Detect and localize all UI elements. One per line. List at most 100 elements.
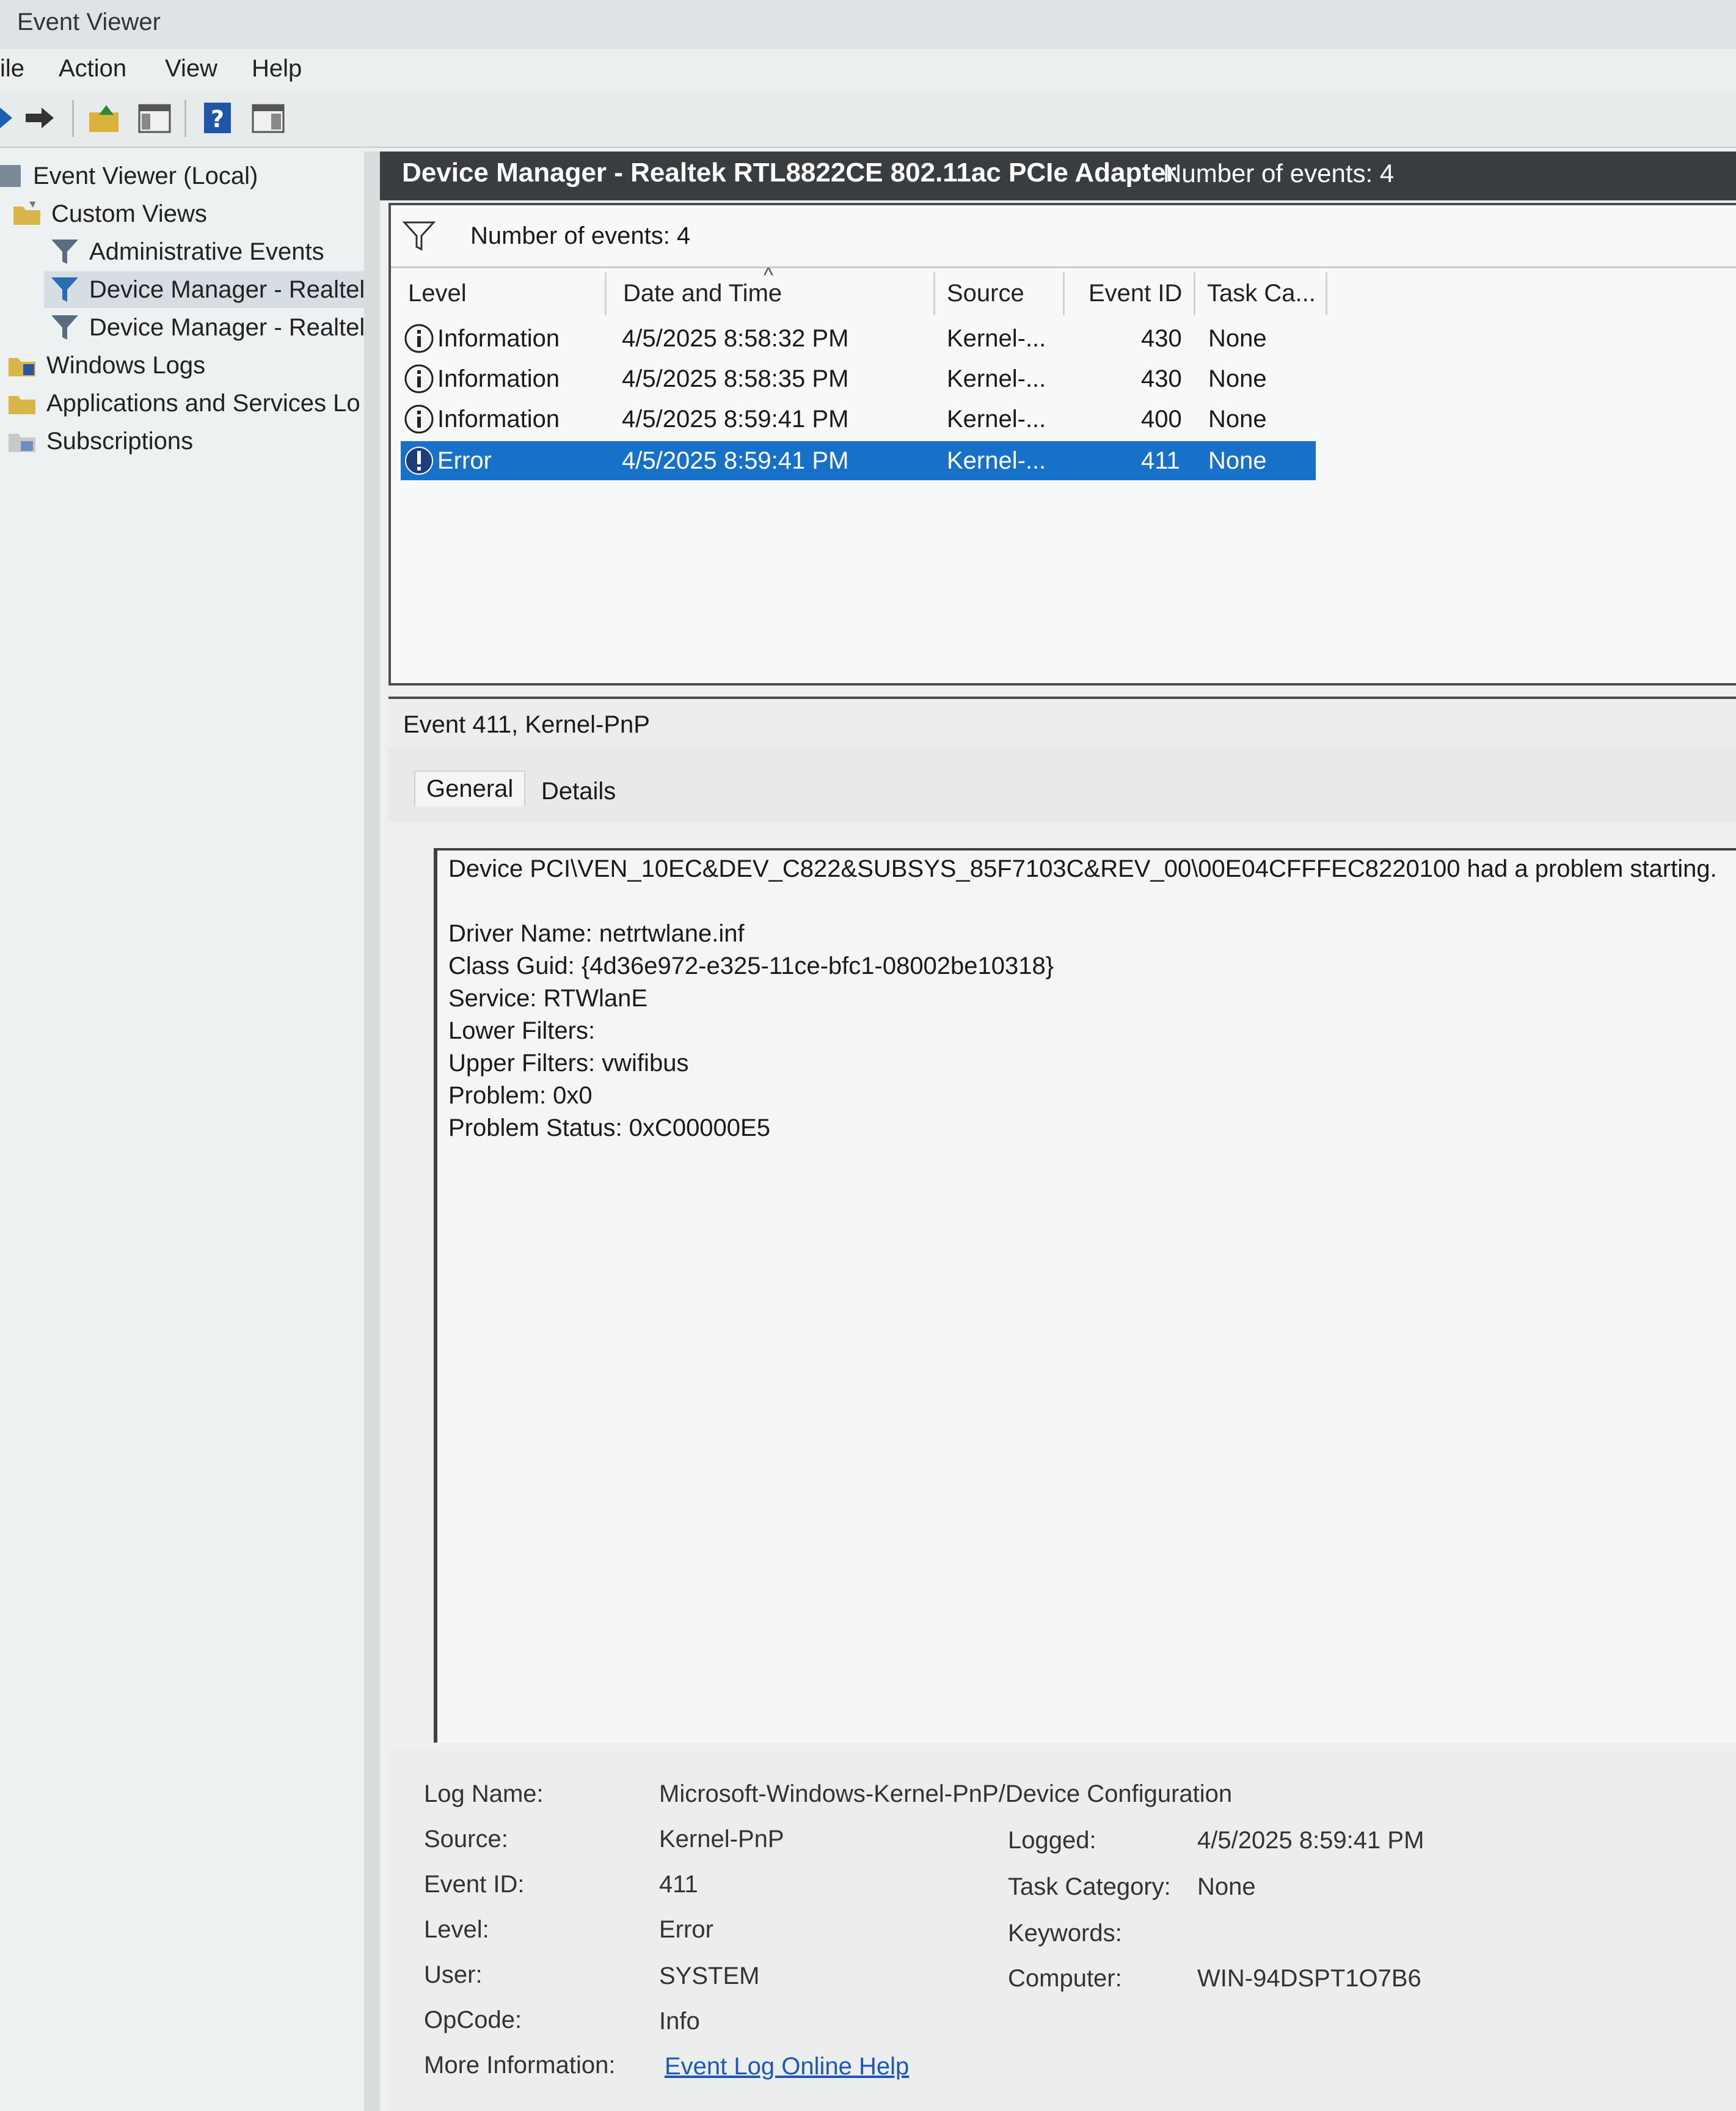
column-headers: Level Date and Time ^ Source Event ID Ta… (391, 264, 1736, 315)
folder-icon (13, 202, 40, 225)
cell-event-id: 430 (1141, 365, 1182, 392)
tree-item-label: Device Manager - Realtel (89, 313, 365, 341)
tree-item-label: Administrative Events (89, 238, 324, 265)
window-title: Event Viewer (17, 9, 161, 35)
filter-icon (402, 221, 436, 251)
folder-icon (9, 358, 35, 376)
tree-item-label: Custom Views (51, 200, 207, 227)
cell-task: None (1208, 447, 1267, 474)
cell-datetime: 4/5/2025 8:59:41 PM (622, 447, 849, 474)
detail-tabs: General Details (388, 748, 1736, 822)
prop-logged-label: Logged: (1008, 1827, 1096, 1854)
tree-item-label: Event Viewer (Local) (33, 162, 258, 189)
menu-view[interactable]: View (165, 55, 217, 82)
cell-level: Error (437, 447, 492, 474)
table-row[interactable]: Information 4/5/2025 8:59:41 PM Kernel-.… (401, 400, 1714, 439)
prop-task-category-label: Task Category: (1008, 1873, 1171, 1900)
pane-event-count: Number of events: 4 (1163, 159, 1395, 188)
prop-source-label: Source: (424, 1826, 508, 1853)
menu-bar: ile Action View Help (0, 49, 1736, 92)
description-line: Problem Status: 0xC00000E5 (448, 1114, 770, 1141)
toolbar: ? (0, 92, 1736, 148)
prop-event-id-label: Event ID: (424, 1871, 525, 1898)
cell-source: Kernel-... (947, 406, 1046, 433)
cell-event-id: 400 (1141, 406, 1182, 433)
filter-count: Number of events: 4 (470, 222, 691, 249)
action-pane-icon[interactable] (250, 100, 286, 136)
tab-general[interactable]: General (414, 770, 526, 807)
tree-item-label: Windows Logs (46, 351, 206, 379)
cell-level: Information (437, 325, 560, 352)
tree-item-label: Applications and Services Lo (46, 389, 360, 417)
menu-action[interactable]: Action (59, 55, 126, 82)
tree-item-device-manager-selected[interactable]: Device Manager - Realtel (44, 271, 379, 308)
column-level[interactable]: Level (408, 280, 467, 307)
help-icon[interactable]: ? (200, 100, 236, 136)
cell-task: None (1208, 325, 1267, 352)
pane-splitter[interactable] (364, 152, 380, 2111)
information-icon (404, 404, 434, 434)
title-bar: Event Viewer (0, 0, 1736, 49)
cell-event-id: 430 (1141, 325, 1182, 352)
prop-keywords-label: Keywords: (1008, 1920, 1122, 1947)
forward-arrow-icon[interactable] (22, 100, 57, 136)
table-row[interactable]: Information 4/5/2025 8:58:32 PM Kernel-.… (401, 319, 1714, 358)
table-row-selected[interactable]: Error 4/5/2025 8:59:41 PM Kernel-... 411… (401, 441, 1316, 480)
toolbar-separator (184, 100, 186, 137)
filter-icon (51, 240, 78, 264)
information-icon (404, 324, 434, 353)
table-row[interactable]: Information 4/5/2025 8:58:35 PM Kernel-.… (401, 359, 1714, 398)
prop-opcode: Info (659, 2008, 700, 2035)
column-divider[interactable] (1326, 273, 1327, 315)
column-event-id[interactable]: Event ID (1089, 280, 1182, 307)
tab-details[interactable]: Details (530, 774, 627, 809)
tree-item-label: Subscriptions (46, 427, 194, 455)
filter-icon (51, 277, 78, 302)
menu-file[interactable]: ile (0, 55, 24, 82)
column-divider[interactable] (933, 273, 935, 315)
prop-log-name-label: Log Name: (424, 1780, 544, 1807)
prop-logged: 4/5/2025 8:59:41 PM (1197, 1827, 1424, 1854)
prop-event-id: 411 (659, 1871, 698, 1898)
filter-icon (51, 315, 78, 340)
cell-source: Kernel-... (947, 365, 1046, 392)
tree-item-subscriptions[interactable]: Subscriptions (6, 423, 193, 459)
prop-level-label: Level: (424, 1916, 489, 1943)
pane-header: Device Manager - Realtek RTL8822CE 802.1… (380, 152, 1736, 200)
column-divider[interactable] (1063, 273, 1065, 315)
event-viewer-icon (0, 165, 21, 187)
event-detail-title: Event 411, Kernel-PnP (403, 711, 650, 738)
event-detail-header: Event 411, Kernel-PnP (388, 697, 1736, 752)
column-source[interactable]: Source (947, 280, 1024, 307)
event-description[interactable]: Device PCI\VEN_10EC&DEV_C822&SUBSYS_85F7… (434, 848, 1736, 1743)
tree-item-device-manager[interactable]: Device Manager - Realtel (49, 309, 374, 346)
show-hide-pane-icon[interactable] (137, 100, 172, 136)
tree-item-windows-logs[interactable]: Windows Logs (6, 347, 205, 384)
back-arrow-icon[interactable] (0, 100, 17, 136)
tree-item-administrative-events[interactable]: Administrative Events (49, 233, 324, 270)
column-date-time[interactable]: Date and Time (623, 280, 782, 307)
prop-source: Kernel-PnP (659, 1826, 784, 1853)
prop-more-info-label: More Information: (424, 2052, 616, 2079)
prop-log-name: Microsoft-Windows-Kernel-PnP/Device Conf… (659, 1780, 1233, 1807)
toolbar-separator (72, 100, 74, 137)
pane-title: Device Manager - Realtek RTL8822CE 802.1… (402, 158, 1176, 188)
folder-up-icon[interactable] (87, 100, 122, 136)
column-task-category[interactable]: Task Ca... (1207, 280, 1316, 307)
tree-item-label: Device Manager - Realtel (89, 276, 365, 303)
tree-item-event-viewer-local[interactable]: Event Viewer (Local) (0, 158, 258, 194)
cell-source: Kernel-... (947, 447, 1046, 474)
prop-computer-label: Computer: (1008, 1965, 1122, 1992)
column-divider[interactable] (605, 273, 607, 315)
description-line: Upper Filters: vwifibus (448, 1050, 689, 1077)
tree-item-custom-views[interactable]: Custom Views (11, 196, 207, 232)
cell-task: None (1208, 406, 1267, 433)
prop-user: SYSTEM (659, 1963, 760, 1989)
tree-item-applications-services[interactable]: Applications and Services Lo (6, 385, 374, 422)
column-divider[interactable] (1194, 273, 1195, 315)
event-log-online-help-link[interactable]: Event Log Online Help (665, 2053, 909, 2080)
cell-task: None (1208, 365, 1267, 392)
filter-bar: Number of events: 4 (391, 205, 1736, 268)
menu-help[interactable]: Help (252, 55, 302, 82)
prop-computer: WIN-94DSPT1O7B6 (1197, 1965, 1421, 1992)
